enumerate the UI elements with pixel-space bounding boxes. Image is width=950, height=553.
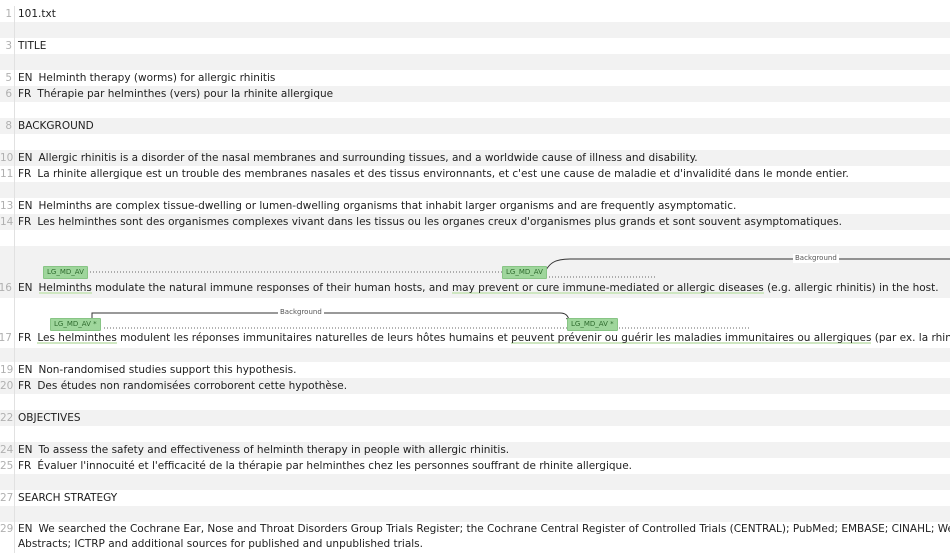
- line-text[interactable]: To assess the safety and effectiveness o…: [39, 444, 510, 456]
- text-line[interactable]: 14 FR Les helminthes sont des organismes …: [0, 214, 950, 230]
- entity-tag[interactable]: LG_MD_AV *: [50, 318, 101, 331]
- text-line[interactable]: 8 BACKGROUND: [0, 118, 950, 134]
- text-line[interactable]: 3 TITLE: [0, 38, 950, 54]
- lang-code: FR: [18, 380, 32, 392]
- line-number: 10: [0, 150, 15, 166]
- line-number: 14: [0, 214, 15, 230]
- section-heading[interactable]: TITLE: [15, 38, 950, 54]
- text-line[interactable]: 20 FR Des études non randomisées corrobor…: [0, 378, 950, 394]
- entity-tag[interactable]: LG_MD_AV: [502, 266, 547, 279]
- line-number: 17: [0, 306, 15, 348]
- line-number: 8: [0, 118, 15, 134]
- line-number: 11: [0, 166, 15, 182]
- text-line[interactable]: 11 FR La rhinite allergique est un troubl…: [0, 166, 950, 182]
- line-number: 1: [0, 6, 15, 22]
- line-number: 22: [0, 410, 15, 426]
- lang-code: FR: [18, 460, 32, 472]
- blank-line: [0, 54, 950, 70]
- line-text[interactable]: Allergic rhinitis is a disorder of the n…: [39, 152, 698, 164]
- text-line[interactable]: 24 EN To assess the safety and effectiven…: [0, 442, 950, 458]
- line-text[interactable]: Des études non randomisées corroborent c…: [37, 380, 347, 392]
- annotated-span[interactable]: may prevent or cure immune-mediated or a…: [451, 282, 764, 294]
- blank-line: [0, 394, 950, 410]
- blank-line: [0, 182, 950, 198]
- line-number: 25: [0, 458, 15, 474]
- blank-line: [0, 230, 950, 246]
- text-line[interactable]: 10 EN Allergic rhinitis is a disorder of …: [0, 150, 950, 166]
- line-number: 24: [0, 442, 15, 458]
- blank-line: [0, 134, 950, 150]
- text-line[interactable]: 29 EN We searched the Cochrane Ear, Nose …: [0, 522, 950, 553]
- line-number: 27: [0, 490, 15, 506]
- line-text[interactable]: (par ex. la rhinite allergique) chez l'h…: [871, 332, 950, 344]
- line-number: 13: [0, 198, 15, 214]
- text-line[interactable]: 5 EN Helminth therapy (worms) for allergi…: [0, 70, 950, 86]
- text-line[interactable]: 27 SEARCH STRATEGY: [0, 490, 950, 506]
- annotated-span[interactable]: Les helminthes: [37, 332, 117, 344]
- line-text[interactable]: 101.txt: [15, 6, 950, 22]
- line-text[interactable]: modulate the natural immune responses of…: [92, 282, 452, 294]
- lang-code: FR: [18, 216, 32, 228]
- section-heading[interactable]: SEARCH STRATEGY: [15, 490, 950, 506]
- line-text[interactable]: We searched the Cochrane Ear, Nose and T…: [39, 523, 950, 535]
- text-line[interactable]: 19 EN Non-randomised studies support this…: [0, 362, 950, 378]
- lang-code: EN: [18, 364, 33, 376]
- line-text[interactable]: Thérapie par helminthes (vers) pour la r…: [37, 88, 333, 100]
- relation-label[interactable]: Background: [278, 308, 324, 317]
- text-line[interactable]: 1 101.txt: [0, 6, 950, 22]
- line-text[interactable]: Non-randomised studies support this hypo…: [39, 364, 297, 376]
- line-number: 16: [0, 246, 15, 298]
- blank-line: [0, 22, 950, 38]
- line-text-continued[interactable]: Abstracts; ICTRP and additional sources …: [18, 537, 950, 552]
- blank-line: [0, 506, 950, 522]
- lang-code: EN: [18, 523, 33, 535]
- text-line[interactable]: 25 FR Évaluer l'innocuité et l'efficacité…: [0, 458, 950, 474]
- line-text[interactable]: Helminths are complex tissue-dwelling or…: [39, 200, 737, 212]
- line-number: 19: [0, 362, 15, 378]
- annotated-span[interactable]: Helminths: [38, 282, 92, 294]
- line-text[interactable]: (e.g. allergic rhinitis) in the host.: [764, 282, 939, 294]
- lang-code: EN: [18, 152, 33, 164]
- line-number: 5: [0, 70, 15, 86]
- lang-code: EN: [18, 72, 33, 84]
- lang-code: EN: [18, 444, 33, 456]
- blank-line: [0, 102, 950, 118]
- annotation-editor: 1 101.txt 3 TITLE 5 EN Helminth therapy (…: [0, 0, 950, 553]
- line-number: 3: [0, 38, 15, 54]
- line-text[interactable]: La rhinite allergique est un trouble des…: [37, 168, 849, 180]
- blank-line: [0, 426, 950, 442]
- lang-code: EN: [18, 200, 33, 212]
- line-number: 29: [0, 522, 15, 553]
- line-text[interactable]: Les helminthes sont des organismes compl…: [37, 216, 842, 228]
- line-text[interactable]: modulent les réponses immunitaires natur…: [117, 332, 511, 344]
- entity-tag[interactable]: LG_MD_AV: [43, 266, 88, 279]
- annotated-line[interactable]: 17 FR Les helminthes modulent les réponse…: [0, 306, 950, 348]
- text-line[interactable]: 13 EN Helminths are complex tissue-dwelli…: [0, 198, 950, 214]
- line-number: 6: [0, 86, 15, 102]
- line-number: 20: [0, 378, 15, 394]
- line-text[interactable]: Helminth therapy (worms) for allergic rh…: [39, 72, 276, 84]
- lang-code: FR: [18, 88, 32, 100]
- lang-code: FR: [18, 332, 32, 344]
- text-line[interactable]: 6 FR Thérapie par helminthes (vers) pour …: [0, 86, 950, 102]
- lang-code: FR: [18, 168, 32, 180]
- text-line[interactable]: 22 OBJECTIVES: [0, 410, 950, 426]
- blank-line: [0, 298, 950, 306]
- blank-line: [0, 474, 950, 490]
- lang-code: EN: [18, 282, 33, 294]
- blank-line: [0, 348, 950, 362]
- line-text[interactable]: Évaluer l'innocuité et l'efficacité de l…: [37, 460, 632, 472]
- section-heading[interactable]: OBJECTIVES: [15, 410, 950, 426]
- entity-tag[interactable]: LG_MD_AV *: [567, 318, 618, 331]
- relation-label[interactable]: Background: [793, 254, 839, 263]
- section-heading[interactable]: BACKGROUND: [15, 118, 950, 134]
- annotated-span[interactable]: peuvent prévenir ou guérir les maladies …: [511, 332, 872, 344]
